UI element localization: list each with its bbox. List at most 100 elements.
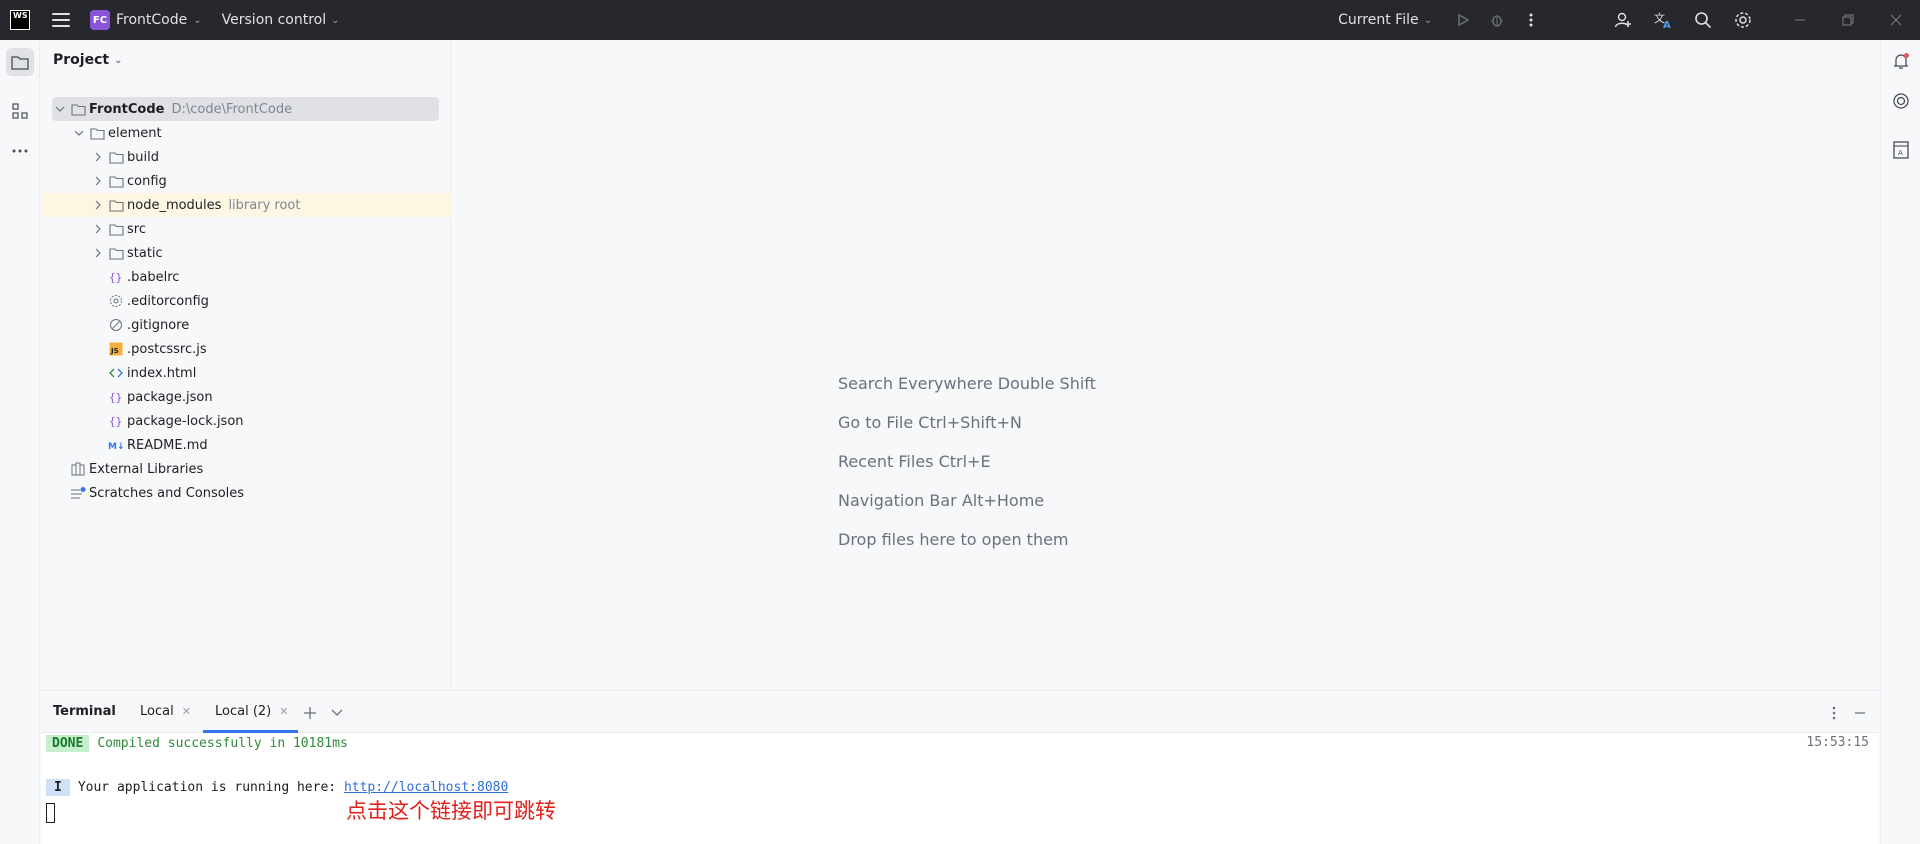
- chevron-right-icon[interactable]: [91, 176, 105, 186]
- close-window-button[interactable]: [1872, 0, 1920, 40]
- tree-item[interactable]: FrontCode D:\code\FrontCode: [52, 97, 439, 121]
- tree-item[interactable]: element: [41, 121, 451, 145]
- project-selector[interactable]: FC FrontCode ⌄: [90, 10, 202, 30]
- notifications-button[interactable]: [1888, 48, 1914, 74]
- tab-label: Local: [140, 704, 174, 719]
- search-button[interactable]: [1692, 9, 1714, 31]
- minimize-window-button[interactable]: [1776, 0, 1824, 40]
- localhost-link[interactable]: http://localhost:8080: [344, 780, 508, 795]
- tree-item-label: element: [108, 125, 162, 141]
- tab-dropdown-button[interactable]: [327, 703, 347, 723]
- bug-icon: [1491, 15, 1503, 27]
- chevron-right-icon[interactable]: [91, 152, 105, 162]
- hint-search-everywhere: Search Everywhere Double Shift: [838, 374, 1096, 393]
- tree-item[interactable]: config: [41, 169, 451, 193]
- tree-item-label: .babelrc: [127, 269, 180, 285]
- tree-item-label: .postcssrc.js: [127, 341, 207, 357]
- more-vertical-icon: [1832, 706, 1836, 720]
- tree-item[interactable]: index.html: [41, 361, 451, 385]
- svg-text:JS: JS: [110, 347, 119, 355]
- tab-label: Local (2): [215, 704, 272, 719]
- translation-tool-button[interactable]: A: [1888, 137, 1914, 163]
- running-line: I Your application is running here: http…: [46, 779, 508, 796]
- svg-text:{}: {}: [109, 271, 122, 284]
- json-file-icon: {}: [108, 389, 124, 405]
- close-tab-icon[interactable]: ✕: [279, 705, 288, 718]
- chevron-right-icon[interactable]: [91, 248, 105, 258]
- translation-book-icon: A: [1893, 141, 1909, 159]
- restore-window-button[interactable]: [1824, 0, 1872, 40]
- chevron-down-icon: ⌄: [114, 54, 123, 66]
- tree-item[interactable]: src: [41, 217, 451, 241]
- run-button[interactable]: [1452, 9, 1474, 31]
- html-file-icon: [108, 365, 124, 381]
- project-name: FrontCode: [116, 12, 188, 28]
- tree-item[interactable]: External Libraries: [41, 457, 451, 481]
- right-tool-strip: A: [1880, 40, 1920, 844]
- svg-text:M↓: M↓: [108, 442, 124, 452]
- scratches-icon: [70, 485, 86, 501]
- chevron-down-icon[interactable]: [72, 130, 86, 137]
- hide-terminal-button[interactable]: [1850, 703, 1870, 723]
- tree-item[interactable]: .gitignore: [41, 313, 451, 337]
- tree-item-label: package.json: [127, 389, 213, 405]
- tab-local[interactable]: Local ✕: [140, 704, 191, 719]
- tree-item-label: Scratches and Consoles: [89, 485, 245, 501]
- tree-item[interactable]: M↓ README.md: [41, 433, 451, 457]
- main-menu-button[interactable]: [52, 13, 70, 27]
- tree-item-label: .gitignore: [127, 317, 190, 333]
- version-control-selector[interactable]: Version control ⌄: [222, 12, 340, 28]
- gear-file-icon: [108, 293, 124, 309]
- tree-item-hint: D:\code\FrontCode: [171, 101, 293, 117]
- tree-item[interactable]: JS .postcssrc.js: [41, 337, 451, 361]
- tree-item[interactable]: {} package.json: [41, 385, 451, 409]
- gear-icon: [1735, 12, 1751, 28]
- terminal-tab-bar: Terminal Local ✕ Local (2) ✕: [41, 691, 1879, 733]
- project-panel: Project ⌄ FrontCode D:\code\FrontCode elem…: [41, 40, 451, 690]
- debug-button[interactable]: [1486, 9, 1508, 31]
- tree-item[interactable]: node_modules library root: [41, 193, 451, 217]
- ai-spiral-icon: [1893, 93, 1909, 109]
- minimize-icon: [1795, 19, 1805, 21]
- hint-drop-files: Drop files here to open them: [838, 530, 1069, 549]
- chevron-right-icon[interactable]: [91, 224, 105, 234]
- tree-item-label: FrontCode: [89, 101, 165, 117]
- project-tool-button[interactable]: [6, 48, 34, 76]
- tree-item[interactable]: static: [41, 241, 451, 265]
- run-config-label: Current File: [1338, 12, 1419, 28]
- svg-text:A: A: [1898, 149, 1903, 157]
- svg-text:{}: {}: [109, 415, 122, 428]
- folder-icon: [108, 221, 124, 237]
- compile-message: Compiled successfully in 10181ms: [97, 736, 348, 751]
- json-file-icon: {}: [108, 413, 124, 429]
- add-user-icon: [1614, 12, 1631, 28]
- run-config-selector[interactable]: Current File ⌄: [1338, 12, 1432, 28]
- svg-text:{}: {}: [109, 391, 122, 404]
- terminal-cursor: [46, 803, 55, 823]
- terminal-output[interactable]: DONE Compiled successfully in 10181ms 15…: [41, 733, 1879, 844]
- more-tools-button[interactable]: [6, 137, 34, 165]
- tree-item-label: External Libraries: [89, 461, 204, 477]
- plus-icon: [304, 707, 316, 719]
- terminal-options-button[interactable]: [1824, 703, 1844, 723]
- new-tab-button[interactable]: [300, 703, 320, 723]
- tree-item[interactable]: {} .babelrc: [41, 265, 451, 289]
- structure-tool-button[interactable]: [6, 97, 34, 125]
- tree-item[interactable]: build: [41, 145, 451, 169]
- translate-button[interactable]: 文A: [1652, 9, 1674, 31]
- markdown-file-icon: M↓: [108, 437, 124, 453]
- tab-local-2[interactable]: Local (2) ✕: [215, 704, 288, 719]
- settings-button[interactable]: [1732, 9, 1754, 31]
- more-actions-button[interactable]: [1520, 9, 1542, 31]
- folder-icon: [108, 197, 124, 213]
- ai-assistant-button[interactable]: [1888, 88, 1914, 114]
- tree-item-label: src: [127, 221, 146, 237]
- project-view-selector[interactable]: Project ⌄: [53, 52, 122, 68]
- close-tab-icon[interactable]: ✕: [182, 705, 191, 718]
- tree-item[interactable]: Scratches and Consoles: [41, 481, 451, 505]
- chevron-down-icon[interactable]: [53, 106, 67, 113]
- tree-item[interactable]: {} package-lock.json: [41, 409, 451, 433]
- chevron-right-icon[interactable]: [91, 200, 105, 210]
- tree-item[interactable]: .editorconfig: [41, 289, 451, 313]
- code-with-me-button[interactable]: [1612, 9, 1634, 31]
